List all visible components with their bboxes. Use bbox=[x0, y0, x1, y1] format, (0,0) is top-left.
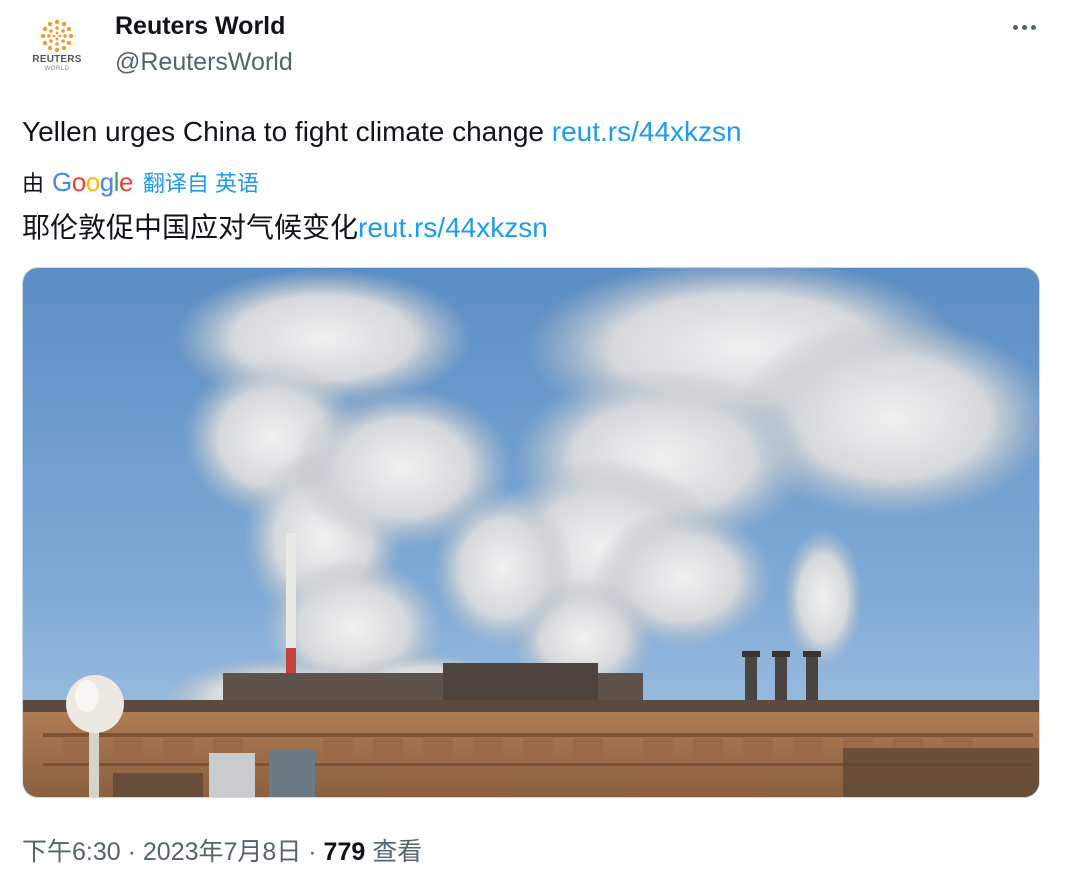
google-logo[interactable]: Google bbox=[52, 167, 133, 198]
google-letter: o bbox=[71, 166, 86, 197]
tweet-link[interactable]: reut.rs/44xkzsn bbox=[552, 116, 742, 147]
google-letter: g bbox=[99, 166, 114, 197]
tweet-photo[interactable] bbox=[22, 267, 1040, 798]
translated-body: 耶伦敦促中国应对气候变化 bbox=[22, 212, 359, 243]
translated-by-label: 由 bbox=[22, 171, 45, 196]
translation-attribution: 由 Google 翻译自 英语 bbox=[22, 165, 259, 199]
more-horizontal-icon bbox=[1012, 24, 1018, 30]
meta-separator: · bbox=[301, 838, 324, 866]
steel-plant-photo bbox=[23, 268, 1039, 797]
meta-separator: · bbox=[120, 838, 143, 866]
google-letter: G bbox=[52, 166, 72, 197]
tweet-meta: 下午6:30 · 2023年7月8日 · 779 查看 bbox=[22, 832, 422, 868]
display-name[interactable]: Reuters World bbox=[115, 12, 285, 41]
views-count: 779 bbox=[323, 838, 366, 866]
avatar-logo-text: REUTERS bbox=[32, 54, 82, 65]
google-letter: o bbox=[85, 166, 100, 197]
tweet-body: Yellen urges China to fight climate chan… bbox=[22, 116, 552, 147]
more-dot bbox=[1021, 24, 1027, 30]
translated-link[interactable]: reut.rs/44xkzsn bbox=[358, 212, 548, 243]
avatar-logo-subtext: WORLD bbox=[44, 66, 70, 72]
views-label: 查看 bbox=[372, 838, 423, 866]
translated-tweet-text: 耶伦敦促中国应对气候变化reut.rs/44xkzsn bbox=[22, 206, 548, 246]
tweet-time[interactable]: 下午6:30 bbox=[22, 838, 121, 866]
more-dot bbox=[1030, 24, 1036, 30]
translated-from-language[interactable]: 翻译自 英语 bbox=[143, 166, 259, 198]
account-handle[interactable]: @ReutersWorld bbox=[115, 48, 293, 77]
tweet-date[interactable]: 2023年7月8日 bbox=[143, 838, 301, 866]
tweet-text: Yellen urges China to fight climate chan… bbox=[22, 116, 742, 148]
google-letter: e bbox=[118, 166, 133, 197]
avatar[interactable]: REUTERS WORLD bbox=[22, 12, 92, 82]
more-options-button[interactable] bbox=[1004, 12, 1044, 42]
